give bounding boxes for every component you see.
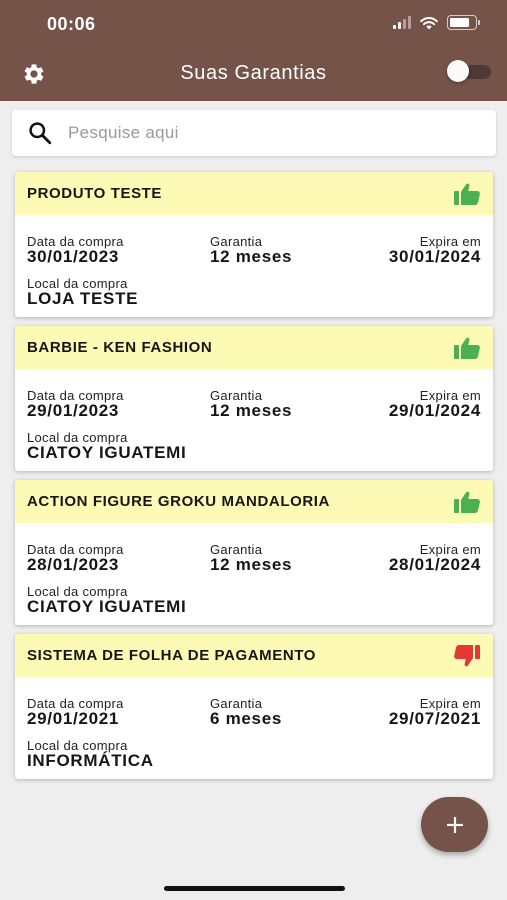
expires-value: 29/07/2021 [388, 709, 481, 728]
page-title: Suas Garantias [180, 62, 327, 84]
thumbs-up-icon [453, 490, 481, 514]
thumbs-up-icon [453, 336, 481, 360]
warranty-value: 12 meses [210, 401, 293, 420]
expires-value: 30/01/2024 [388, 247, 481, 266]
warranty-card[interactable]: ACTION FIGURE GROKU MANDALORIA Data da c… [15, 480, 493, 625]
product-name: BARBIE - KEN FASHION [27, 339, 213, 356]
warranty-value: 6 meses [210, 709, 283, 728]
status-time: 00:06 [47, 14, 96, 34]
card-header: PRODUTO TESTE [15, 172, 493, 215]
product-name: ACTION FIGURE GROKU MANDALORIA [27, 493, 330, 510]
search-bar[interactable] [12, 110, 496, 156]
purchase-date-value: 29/01/2021 [27, 709, 120, 728]
warranty-list: PRODUTO TESTE Data da compra 30/01/2023 … [15, 172, 493, 788]
store-value: CIATOY IGUATEMI [27, 443, 187, 462]
card-header: SISTEMA DE FOLHA DE PAGAMENTO [15, 634, 493, 677]
product-name: SISTEMA DE FOLHA DE PAGAMENTO [27, 647, 317, 664]
purchase-date-value: 29/01/2023 [27, 401, 120, 420]
cellular-signal-icon [393, 16, 411, 29]
card-header: ACTION FIGURE GROKU MANDALORIA [15, 480, 493, 523]
store-value: CIATOY IGUATEMI [27, 597, 187, 616]
battery-icon [447, 15, 480, 30]
plus-icon [446, 816, 463, 833]
purchase-date-value: 30/01/2023 [27, 247, 120, 266]
warranty-card[interactable]: PRODUTO TESTE Data da compra 30/01/2023 … [15, 172, 493, 317]
product-name: PRODUTO TESTE [27, 185, 163, 202]
warranty-card[interactable]: SISTEMA DE FOLHA DE PAGAMENTO Data da co… [15, 634, 493, 779]
store-value: INFORMÁTICA [27, 751, 154, 770]
warranty-value: 12 meses [210, 247, 293, 266]
card-header: BARBIE - KEN FASHION [15, 326, 493, 369]
status-icons [393, 15, 480, 30]
search-icon [26, 119, 54, 147]
expires-value: 29/01/2024 [388, 401, 481, 420]
add-warranty-button[interactable] [421, 797, 488, 852]
warranty-value: 12 meses [210, 555, 293, 574]
app-bar: 00:06 Suas Garantias [0, 0, 507, 101]
warranty-card[interactable]: BARBIE - KEN FASHION Data da compra 29/0… [15, 326, 493, 471]
search-input[interactable] [68, 123, 448, 143]
purchase-date-value: 28/01/2023 [27, 555, 120, 574]
toggle-knob [447, 60, 469, 82]
wifi-icon [420, 16, 438, 29]
expires-value: 28/01/2024 [388, 555, 481, 574]
theme-toggle[interactable] [447, 60, 492, 82]
thumbs-up-icon [453, 182, 481, 206]
home-indicator [164, 886, 345, 891]
thumbs-down-icon [453, 644, 481, 668]
store-value: LOJA TESTE [27, 289, 139, 308]
